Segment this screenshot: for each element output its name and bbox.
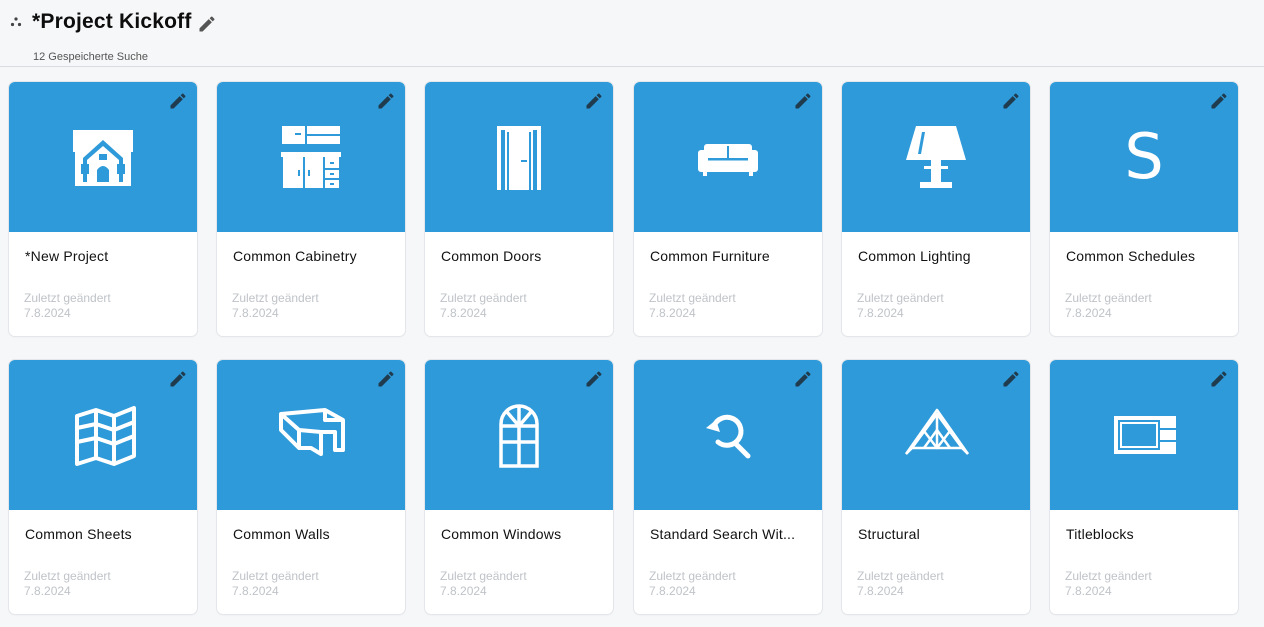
card-name: Common Sheets <box>25 526 132 542</box>
card-thumbnail <box>425 360 613 510</box>
card-thumbnail <box>217 82 405 232</box>
modified-label: Zuletzt geändert <box>440 291 527 305</box>
card-name: Common Windows <box>441 526 562 542</box>
search-refresh-icon <box>706 414 751 459</box>
saved-search-card[interactable]: Common Cabinetry Zuletzt geändert 7.8.20… <box>217 82 405 336</box>
house-icon <box>73 130 133 186</box>
saved-search-card[interactable]: Common Furniture Zuletzt geändert 7.8.20… <box>634 82 822 336</box>
card-name: Titleblocks <box>1066 526 1134 542</box>
card-name: *New Project <box>25 248 109 264</box>
card-thumbnail: S <box>1050 82 1238 232</box>
card-name: Common Cabinetry <box>233 248 357 264</box>
card-thumbnail <box>842 82 1030 232</box>
walls-icon <box>279 408 345 456</box>
card-name: Standard Search Wit... <box>650 526 796 542</box>
card-name: Common Doors <box>441 248 542 264</box>
modified-label: Zuletzt geändert <box>649 291 736 305</box>
card-name: Structural <box>858 526 920 542</box>
modified-date: 7.8.2024 <box>649 584 696 598</box>
cabinet-icon <box>281 126 341 188</box>
pencil-icon[interactable] <box>376 91 396 111</box>
door-icon <box>497 126 541 190</box>
truss-icon <box>904 408 970 455</box>
sheets-map-icon <box>75 406 136 466</box>
modified-date: 7.8.2024 <box>857 306 904 320</box>
pencil-icon[interactable] <box>793 91 813 111</box>
modified-date: 7.8.2024 <box>857 584 904 598</box>
pencil-icon[interactable] <box>1209 91 1229 111</box>
card-name: Common Schedules <box>1066 248 1196 264</box>
pencil-icon[interactable] <box>584 369 604 389</box>
pencil-icon[interactable] <box>376 369 396 389</box>
saved-search-card[interactable]: Common Walls Zuletzt geändert 7.8.2024 <box>217 360 405 614</box>
saved-search-card[interactable]: Standard Search Wit... Zuletzt geändert … <box>634 360 822 614</box>
modified-label: Zuletzt geändert <box>232 569 319 583</box>
pencil-icon[interactable] <box>584 91 604 111</box>
card-thumbnail <box>9 82 197 232</box>
modified-date: 7.8.2024 <box>1065 306 1112 320</box>
saved-search-card[interactable]: *New Project Zuletzt geändert 7.8.2024 <box>9 82 197 336</box>
pencil-icon[interactable] <box>168 369 188 389</box>
modified-label: Zuletzt geändert <box>24 291 111 305</box>
modified-date: 7.8.2024 <box>24 584 71 598</box>
modified-date: 7.8.2024 <box>440 584 487 598</box>
saved-search-card[interactable]: S Common Schedules Zuletzt geändert 7.8.… <box>1050 82 1238 336</box>
modified-label: Zuletzt geändert <box>440 569 527 583</box>
lamp-icon <box>906 126 966 188</box>
saved-search-grid: *New Project Zuletzt geändert 7.8.2024 C… <box>0 0 1264 627</box>
modified-date: 7.8.2024 <box>440 306 487 320</box>
card-thumbnail <box>9 360 197 510</box>
pencil-icon[interactable] <box>1001 369 1021 389</box>
card-thumbnail <box>1050 360 1238 510</box>
modified-label: Zuletzt geändert <box>1065 291 1152 305</box>
card-thumbnail <box>634 360 822 510</box>
modified-date: 7.8.2024 <box>1065 584 1112 598</box>
saved-search-card[interactable]: Titleblocks Zuletzt geändert 7.8.2024 <box>1050 360 1238 614</box>
card-name: Common Lighting <box>858 248 971 264</box>
modified-date: 7.8.2024 <box>232 584 279 598</box>
pencil-icon[interactable] <box>1209 369 1229 389</box>
pencil-icon[interactable] <box>168 91 188 111</box>
modified-label: Zuletzt geändert <box>857 569 944 583</box>
window-icon <box>499 404 539 468</box>
titleblock-icon <box>1114 416 1176 454</box>
modified-label: Zuletzt geändert <box>649 569 736 583</box>
modified-label: Zuletzt geändert <box>1065 569 1152 583</box>
card-thumbnail <box>425 82 613 232</box>
saved-search-card[interactable]: Common Lighting Zuletzt geändert 7.8.202… <box>842 82 1030 336</box>
modified-label: Zuletzt geändert <box>232 291 319 305</box>
modified-label: Zuletzt geändert <box>857 291 944 305</box>
card-name: Common Walls <box>233 526 330 542</box>
modified-label: Zuletzt geändert <box>24 569 111 583</box>
pencil-icon[interactable] <box>1001 91 1021 111</box>
card-name: Common Furniture <box>650 248 770 264</box>
saved-search-card[interactable]: Structural Zuletzt geändert 7.8.2024 <box>842 360 1030 614</box>
modified-date: 7.8.2024 <box>24 306 71 320</box>
saved-search-card[interactable]: Common Sheets Zuletzt geändert 7.8.2024 <box>9 360 197 614</box>
saved-search-card[interactable]: Common Windows Zuletzt geändert 7.8.2024 <box>425 360 613 614</box>
card-thumbnail <box>842 360 1030 510</box>
saved-search-card[interactable]: Common Doors Zuletzt geändert 7.8.2024 <box>425 82 613 336</box>
modified-date: 7.8.2024 <box>649 306 696 320</box>
card-thumbnail <box>217 360 405 510</box>
card-thumbnail <box>634 82 822 232</box>
sofa-icon <box>698 144 758 176</box>
modified-date: 7.8.2024 <box>232 306 279 320</box>
pencil-icon[interactable] <box>793 369 813 389</box>
